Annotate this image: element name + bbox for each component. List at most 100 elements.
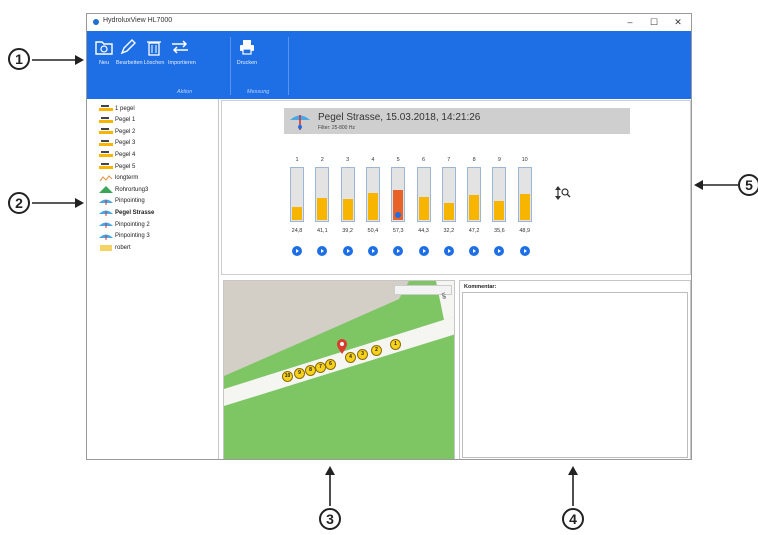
- comment-panel: Kommentar:: [459, 280, 691, 459]
- tree-item-label: Pegel 2: [115, 128, 136, 135]
- channel-number: 6: [421, 157, 426, 163]
- channel-value: 32,2: [443, 228, 455, 234]
- play-button[interactable]: [317, 246, 328, 256]
- tree-item-label: Rohrortung3: [115, 186, 149, 193]
- channel-level-fill: [317, 198, 328, 220]
- delete-button[interactable]: Löschen: [142, 37, 166, 66]
- measurement-panel: Pegel Strasse, 15.03.2018, 14:21:26 Filt…: [221, 100, 691, 275]
- tree-item[interactable]: Pegel 1: [99, 115, 135, 126]
- maximize-button[interactable]: ☐: [641, 14, 667, 31]
- tree-item[interactable]: Pegel 2: [99, 126, 135, 137]
- measurement-header: Pegel Strasse, 15.03.2018, 14:21:26 Filt…: [284, 108, 630, 134]
- channel-level-bar: [290, 167, 304, 222]
- sensor-marker[interactable]: 2: [371, 345, 382, 356]
- arrow-up-icon: [568, 466, 578, 506]
- channel-value: 48,9: [519, 228, 531, 234]
- tree-item[interactable]: Pinpointing 2: [99, 219, 150, 230]
- ribbon-group-label: Aktion: [177, 89, 193, 95]
- close-button[interactable]: ✕: [665, 14, 691, 31]
- play-button[interactable]: [418, 246, 429, 256]
- tree-item-label: Pegel 4: [115, 151, 136, 158]
- tree-item-label: Pinpointing: [115, 198, 145, 205]
- pegel-icon: [99, 116, 113, 124]
- pegel-icon: [99, 163, 113, 170]
- arrow-left-icon: [694, 180, 738, 190]
- new-folder-icon: [92, 37, 116, 57]
- channel-value: 44,3: [418, 228, 429, 234]
- tree-item[interactable]: Pegel 3: [99, 138, 135, 149]
- tree-item[interactable]: Pinpointing 3: [99, 231, 150, 242]
- tree-item[interactable]: Pegel Strasse: [99, 207, 154, 218]
- tree-item-label: robert: [115, 244, 131, 251]
- play-button[interactable]: [469, 246, 480, 256]
- play-button[interactable]: [342, 246, 353, 256]
- play-button[interactable]: [519, 246, 530, 256]
- sensor-marker[interactable]: 9: [294, 368, 305, 379]
- play-button[interactable]: [367, 246, 378, 256]
- map-view[interactable]: ue 10 9 8 7 6 4 3 2 1: [223, 280, 455, 459]
- channel-level-bar: [340, 167, 355, 222]
- channel-level-bar: [391, 167, 406, 222]
- pinpointing-icon: [99, 233, 113, 240]
- app-window: HydroluxView HL7000 – ☐ ✕ Neu Bearbeiten…: [86, 13, 692, 460]
- zoom-vertical-icon[interactable]: [555, 186, 571, 200]
- sensor-marker[interactable]: 4: [345, 352, 356, 363]
- play-button[interactable]: [443, 246, 454, 256]
- print-button[interactable]: Drucken: [235, 37, 259, 66]
- tree-item[interactable]: Pegel 4: [99, 149, 135, 160]
- arrow-up-icon: [325, 466, 335, 506]
- channel-number: 2: [320, 157, 324, 163]
- channel-number: 10: [521, 157, 528, 163]
- tree-item[interactable]: 1 pegel: [99, 103, 135, 114]
- tree-item[interactable]: robert: [99, 242, 131, 253]
- sensor-marker[interactable]: 1: [390, 339, 401, 350]
- channel-number: 8: [472, 157, 476, 163]
- pegel-icon: [99, 105, 113, 112]
- edit-button[interactable]: Bearbeiten: [116, 37, 143, 66]
- tree-item-label: Pegel 1: [115, 117, 136, 124]
- channel-value: 39,2: [342, 228, 353, 234]
- channel-level-bar: [365, 167, 380, 222]
- transfer-arrows-icon: [168, 37, 192, 57]
- arrow-right-icon: [32, 55, 84, 65]
- channel-number: 9: [497, 157, 501, 163]
- tree-item[interactable]: Rohrortung3: [99, 184, 148, 195]
- channel-level-bar: [467, 167, 482, 222]
- callout-5: 5: [738, 174, 758, 196]
- window-title: HydroluxView HL7000: [103, 17, 173, 24]
- pinpointing-icon: [99, 209, 113, 217]
- comment-textarea[interactable]: [462, 292, 688, 458]
- tree-item[interactable]: Pinpointing: [99, 196, 145, 207]
- channel-number: 1: [295, 157, 299, 163]
- play-button[interactable]: [292, 246, 302, 256]
- import-button[interactable]: Importieren: [168, 37, 196, 66]
- channel-level-fill: [519, 194, 530, 220]
- new-button[interactable]: Neu: [92, 37, 116, 66]
- callout-2: 2: [8, 192, 30, 214]
- folder-icon: [99, 244, 113, 252]
- measurement-title: Pegel Strasse, 15.03.2018, 14:21:26: [318, 112, 481, 123]
- tree-item-label: longterm: [115, 175, 139, 182]
- tree-item-label: Pinpointing 2: [115, 221, 150, 228]
- sensor-marker[interactable]: 3: [357, 349, 368, 360]
- callout-3: 3: [319, 508, 341, 530]
- channel-level-fill: [443, 203, 454, 220]
- sensor-marker[interactable]: 10: [282, 371, 293, 382]
- comment-label: Kommentar:: [464, 284, 497, 290]
- tree-item[interactable]: Pegel 5: [99, 161, 135, 172]
- sensor-marker[interactable]: 6: [325, 359, 336, 370]
- minimize-button[interactable]: –: [617, 14, 643, 31]
- channel-value: 24,8: [291, 228, 303, 234]
- tree-item-label: Pegel Strasse: [115, 209, 155, 216]
- play-button[interactable]: [393, 246, 404, 256]
- pinpointing-icon: [99, 221, 113, 228]
- play-button[interactable]: [494, 246, 505, 256]
- channel-level-fill: [418, 197, 429, 220]
- tree-item[interactable]: longterm: [99, 173, 138, 184]
- callout-4: 4: [562, 508, 584, 530]
- ribbon-separator: [288, 37, 289, 95]
- channel-value: 41,1: [316, 228, 328, 234]
- pinpointing-icon: [99, 198, 113, 205]
- tree-item-label: Pegel 5: [115, 163, 136, 170]
- tree-item-label: 1 pegel: [115, 105, 135, 112]
